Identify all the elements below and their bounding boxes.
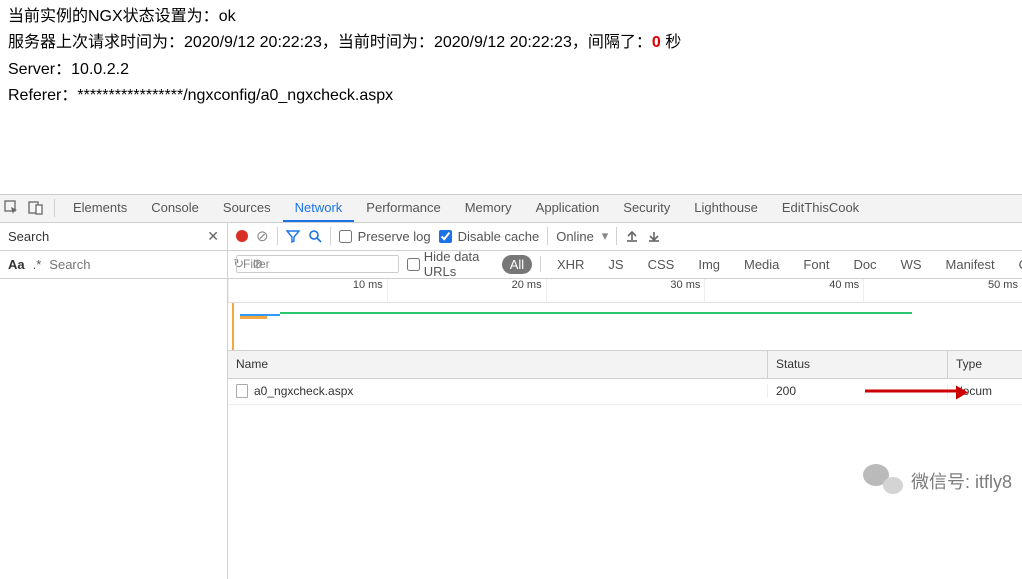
tab-sources[interactable]: Sources <box>211 194 283 222</box>
search-icon[interactable] <box>308 229 322 243</box>
column-name[interactable]: Name <box>228 351 768 378</box>
filter-pill-all[interactable]: All <box>502 255 532 274</box>
file-icon <box>236 384 248 398</box>
disable-cache-label: Disable cache <box>458 229 540 244</box>
device-toggle-icon[interactable] <box>24 200 48 216</box>
tab-console[interactable]: Console <box>139 194 211 222</box>
throttling-select[interactable]: Online <box>556 229 594 244</box>
filter-pill-other[interactable]: O <box>1011 255 1022 274</box>
interval-unit: 秒 <box>661 34 681 51</box>
timeline-tick: 10 ms <box>228 279 387 302</box>
inspect-icon[interactable] <box>0 200 24 216</box>
search-input[interactable] <box>49 257 225 272</box>
filter-pill-font[interactable]: Font <box>795 255 837 274</box>
ngx-state-label: 当前实例的NGX状态设置为： <box>8 8 219 25</box>
interval-label: ，间隔了： <box>572 34 652 51</box>
search-label: Search <box>8 229 207 244</box>
filter-pill-ws[interactable]: WS <box>893 255 930 274</box>
close-icon[interactable]: ✕ <box>207 228 219 245</box>
tab-elements[interactable]: Elements <box>61 194 139 222</box>
hide-data-urls-checkbox[interactable]: Hide data URLs <box>407 249 494 279</box>
filter-pill-manifest[interactable]: Manifest <box>938 255 1003 274</box>
devtools-tab-bar: Elements Console Sources Network Perform… <box>0 195 1022 223</box>
request-name: a0_ngxcheck.aspx <box>254 384 353 398</box>
upload-har-icon[interactable] <box>625 229 639 243</box>
filter-bar: Filter Hide data URLs All XHR JS CSS Img… <box>228 251 1022 278</box>
tab-lighthouse[interactable]: Lighthouse <box>682 194 770 222</box>
annotation-arrow <box>865 390 965 393</box>
server-label: Server： <box>8 61 71 78</box>
filter-pill-css[interactable]: CSS <box>640 255 683 274</box>
request-status: 200 <box>776 384 796 398</box>
regex-icon[interactable]: .* <box>33 257 42 272</box>
preserve-log-label: Preserve log <box>358 229 431 244</box>
ngx-state-value: ok <box>219 8 236 25</box>
tab-performance[interactable]: Performance <box>354 194 452 222</box>
disable-cache-checkbox[interactable]: Disable cache <box>439 229 540 244</box>
network-table-header: Name Status Type <box>228 351 1022 379</box>
last-request-label: 服务器上次请求时间为： <box>8 34 184 51</box>
devtools-panel: Elements Console Sources Network Perform… <box>0 194 1022 579</box>
filter-input[interactable]: Filter <box>236 255 399 273</box>
match-case-icon[interactable]: Aa <box>8 257 25 272</box>
interval-value: 0 <box>652 34 661 51</box>
clear-icon[interactable]: ⊘ <box>256 227 269 245</box>
hide-data-urls-label: Hide data URLs <box>424 249 494 279</box>
search-input-row: Aa .* ↻ ⊘ <box>0 251 228 278</box>
preserve-log-checkbox[interactable]: Preserve log <box>339 229 431 244</box>
timeline-tick: 30 ms <box>546 279 705 302</box>
current-time-label: ，当前时间为： <box>322 34 434 51</box>
page-body-content: 当前实例的NGX状态设置为：ok 服务器上次请求时间为：2020/9/12 20… <box>0 0 1022 114</box>
tab-memory[interactable]: Memory <box>453 194 524 222</box>
record-icon[interactable] <box>236 230 248 242</box>
timeline-overview[interactable]: 10 ms 20 ms 30 ms 40 ms 50 ms <box>228 279 1022 351</box>
search-results-pane <box>0 279 228 579</box>
last-request-time: 2020/9/12 20:22:23 <box>184 34 322 51</box>
referer-value: *****************/ngxconfig/a0_ngxcheck.… <box>77 87 393 104</box>
tab-network[interactable]: Network <box>283 194 355 222</box>
filter-icon[interactable] <box>286 229 300 243</box>
filter-pill-js[interactable]: JS <box>600 255 631 274</box>
column-type[interactable]: Type <box>948 351 1022 378</box>
column-status[interactable]: Status <box>768 351 948 378</box>
network-pane: 10 ms 20 ms 30 ms 40 ms 50 ms Name Statu… <box>228 279 1022 579</box>
current-time-value: 2020/9/12 20:22:23 <box>434 34 572 51</box>
timeline-tick: 40 ms <box>704 279 863 302</box>
download-har-icon[interactable] <box>647 229 661 243</box>
tab-editthiscookie[interactable]: EditThisCook <box>770 194 871 222</box>
filter-pill-xhr[interactable]: XHR <box>549 255 592 274</box>
timeline-tick: 20 ms <box>387 279 546 302</box>
table-row[interactable]: a0_ngxcheck.aspx 200 docum <box>228 379 1022 405</box>
server-value: 10.0.2.2 <box>71 61 129 78</box>
filter-pill-media[interactable]: Media <box>736 255 787 274</box>
filter-pill-img[interactable]: Img <box>690 255 728 274</box>
tab-application[interactable]: Application <box>524 194 612 222</box>
tab-security[interactable]: Security <box>611 194 682 222</box>
filter-pill-doc[interactable]: Doc <box>845 255 884 274</box>
network-toolbar: ⊘ Preserve log Disable cache Online ▾ <box>228 223 1022 250</box>
referer-label: Referer： <box>8 87 77 104</box>
timeline-tick: 50 ms <box>863 279 1022 302</box>
search-panel-header: Search ✕ <box>0 223 228 250</box>
